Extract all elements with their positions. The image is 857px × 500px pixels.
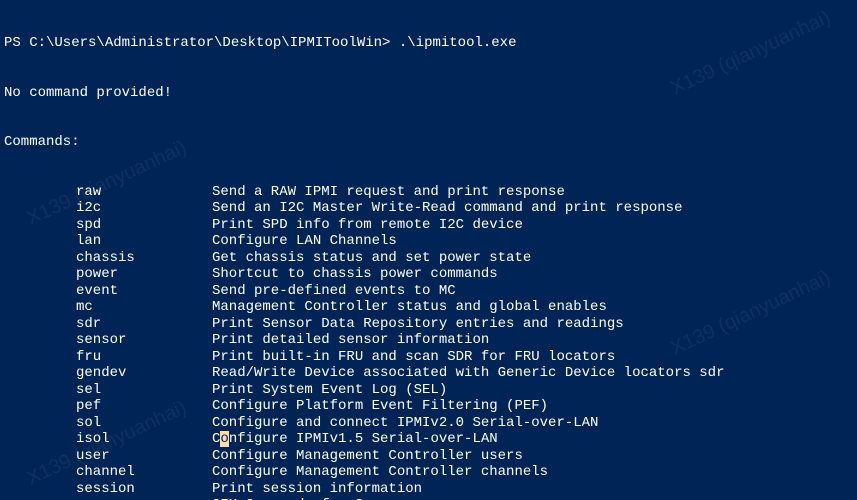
command-name: raw [76,184,212,201]
command-name: session [76,481,212,498]
command-desc: Shortcut to chassis power commands [212,266,498,282]
command-name: gendev [76,365,212,382]
command-row: sessionPrint session information [4,481,853,498]
command-desc: Print SPD info from remote I2C device [212,217,523,233]
command-name: channel [76,464,212,481]
command-row: sdrPrint Sensor Data Repository entries … [4,316,853,333]
command-name: lan [76,233,212,250]
command-row: selPrint System Event Log (SEL) [4,382,853,399]
command-desc: Print built-in FRU and scan SDR for FRU … [212,349,615,365]
command-desc: Configure and connect IPMIv2.0 Serial-ov… [212,415,598,431]
command-row: pefConfigure Platform Event Filtering (P… [4,398,853,415]
command-row: fruPrint built-in FRU and scan SDR for F… [4,349,853,366]
command-row: userConfigure Management Controller user… [4,448,853,465]
command-desc: Print Sensor Data Repository entries and… [212,316,624,332]
command-desc: Read/Write Device associated with Generi… [212,365,724,381]
command-row: eventSend pre-defined events to MC [4,283,853,300]
command-desc: Configure Management Controller users [212,448,523,464]
command-name: event [76,283,212,300]
search-highlight: o [220,431,228,447]
command-row: i2cSend an I2C Master Write-Read command… [4,200,853,217]
command-desc: Print session information [212,481,422,497]
powershell-terminal[interactable]: PS C:\Users\Administrator\Desktop\IPMITo… [0,0,857,500]
command-row: powerShortcut to chassis power commands [4,266,853,283]
command-row: solConfigure and connect IPMIv2.0 Serial… [4,415,853,432]
command-desc: Configure Platform Event Filtering (PEF) [212,398,548,414]
commands-header: Commands: [4,134,853,151]
command-name: pef [76,398,212,415]
command-name: mc [76,299,212,316]
command-row: mcManagement Controller status and globa… [4,299,853,316]
command-name: sensor [76,332,212,349]
command-name: user [76,448,212,465]
command-row: rawSend a RAW IPMI request and print res… [4,184,853,201]
command-name: sdr [76,316,212,333]
command-name: sol [76,415,212,432]
command-name: isol [76,431,212,448]
command-desc: Send pre-defined events to MC [212,283,456,299]
command-desc: Configure IPMIv1.5 Serial-over-LAN [212,431,498,447]
command-name: i2c [76,200,212,217]
command-name: spd [76,217,212,234]
command-row: chassisGet chassis status and set power … [4,250,853,267]
commands-list: rawSend a RAW IPMI request and print res… [4,184,853,500]
command-name: chassis [76,250,212,267]
command-desc: Get chassis status and set power state [212,250,531,266]
command-desc: Send an I2C Master Write-Read command an… [212,200,682,216]
command-desc: Configure LAN Channels [212,233,397,249]
command-row: sensorPrint detailed sensor information [4,332,853,349]
command-desc: Configure Management Controller channels [212,464,548,480]
command-row: isolConfigure IPMIv1.5 Serial-over-LAN [4,431,853,448]
command-name: power [76,266,212,283]
command-row: lanConfigure LAN Channels [4,233,853,250]
command-desc: Management Controller status and global … [212,299,607,315]
command-desc: Print detailed sensor information [212,332,489,348]
command-desc: Send a RAW IPMI request and print respon… [212,184,565,200]
command-desc: Print System Event Log (SEL) [212,382,447,398]
command-row: channelConfigure Management Controller c… [4,464,853,481]
command-name: fru [76,349,212,366]
command-name: sel [76,382,212,399]
prompt-line: PS C:\Users\Administrator\Desktop\IPMITo… [4,35,853,52]
command-row: spdPrint SPD info from remote I2C device [4,217,853,234]
error-line: No command provided! [4,85,853,102]
command-row: gendevRead/Write Device associated with … [4,365,853,382]
